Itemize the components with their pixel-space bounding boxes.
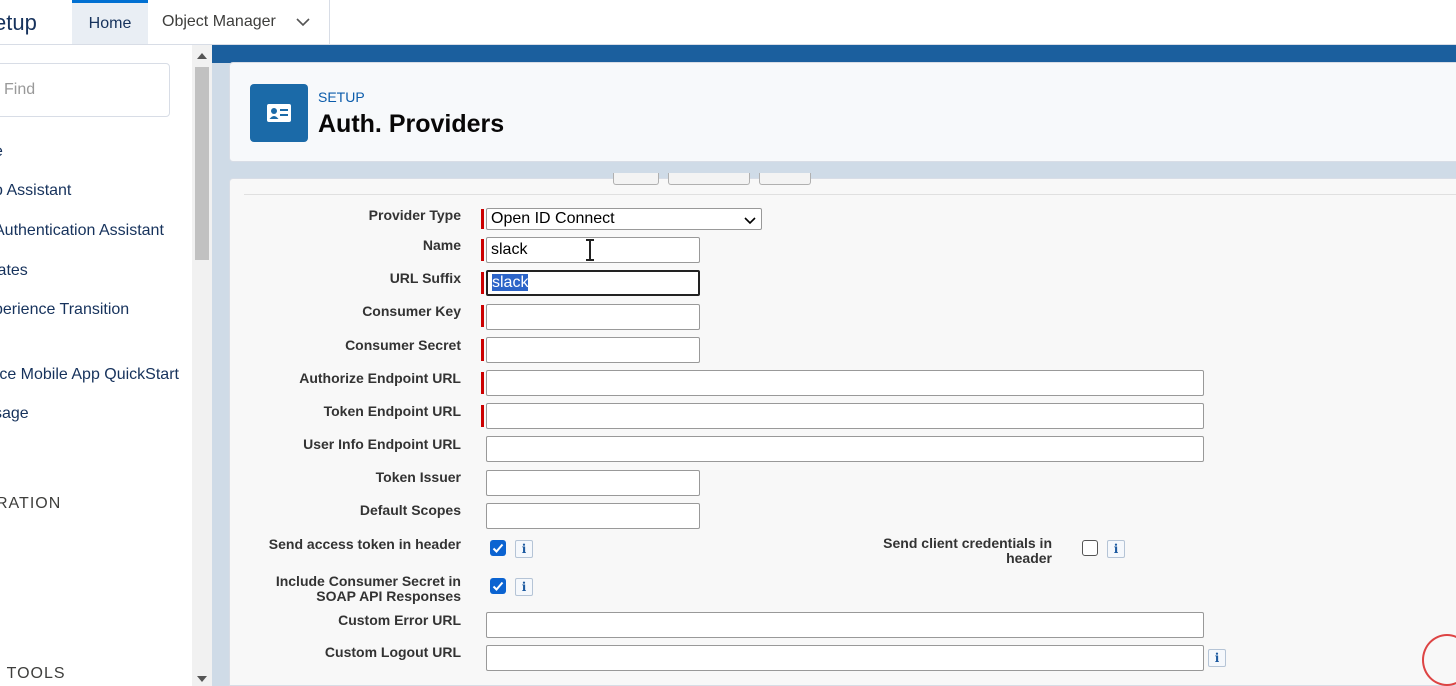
custom-error-url-label: Custom Error URL <box>338 612 461 628</box>
required-indicator <box>481 339 484 361</box>
tab-home[interactable]: Home <box>72 0 148 44</box>
include-consumer-secret-label-line2: SOAP API Responses <box>316 588 461 604</box>
authorize-endpoint-label: Authorize Endpoint URL <box>299 370 461 386</box>
scroll-up-arrow-icon[interactable] <box>197 53 207 59</box>
info-icon[interactable]: i <box>515 540 533 558</box>
custom-error-url-input[interactable] <box>486 612 1204 638</box>
text-cursor-icon <box>586 239 594 261</box>
button-stub-1[interactable] <box>613 173 659 185</box>
url-suffix-value: slack <box>492 274 529 291</box>
tab-object-manager[interactable]: Object Manager <box>148 0 330 44</box>
chevron-down-icon <box>744 217 756 225</box>
app-title: etup <box>0 10 37 35</box>
custom-logout-url-input[interactable] <box>486 645 1204 671</box>
global-header: etup Home Object Manager <box>0 0 1456 45</box>
name-label: Name <box>422 237 461 253</box>
tab-object-manager-label: Object Manager <box>162 13 276 30</box>
url-suffix-input[interactable]: slack <box>486 270 700 296</box>
send-client-credentials-label-line2: header <box>1006 550 1052 566</box>
sidebar-section-1[interactable]: RATION <box>0 495 61 513</box>
button-stub-3[interactable] <box>759 173 811 185</box>
page-title: Auth. Providers <box>318 110 505 138</box>
authorize-endpoint-input[interactable] <box>486 370 1204 396</box>
button-stub-2[interactable] <box>668 173 750 185</box>
required-indicator <box>481 372 484 394</box>
info-icon[interactable]: i <box>1107 540 1125 558</box>
send-client-credentials-label-line1: Send client credentials in <box>883 535 1052 551</box>
include-consumer-secret-checkbox[interactable] <box>490 578 506 594</box>
required-indicator <box>481 305 484 327</box>
provider-type-label: Provider Type <box>368 207 461 223</box>
send-access-token-label: Send access token in header <box>268 536 461 552</box>
url-suffix-label: URL Suffix <box>389 270 461 286</box>
default-scopes-label: Default Scopes <box>359 502 461 518</box>
sidebar-item-3[interactable]: Authentication Assistant <box>0 222 164 240</box>
send-client-credentials-label: Send client credentials in header <box>883 536 1052 566</box>
required-indicator <box>481 239 484 261</box>
consumer-secret-input[interactable] <box>486 337 700 363</box>
token-endpoint-label: Token Endpoint URL <box>323 403 461 419</box>
default-scopes-input[interactable] <box>486 503 700 529</box>
consumer-key-label: Consumer Key <box>362 303 461 319</box>
form-panel <box>229 173 1456 686</box>
required-indicator <box>481 272 484 294</box>
checkmark-icon <box>492 581 504 591</box>
required-indicator <box>481 405 484 427</box>
quick-find-input[interactable]: Find <box>0 63 170 117</box>
info-icon[interactable]: i <box>1208 649 1226 667</box>
user-info-endpoint-input[interactable] <box>486 436 1204 462</box>
chevron-down-icon[interactable] <box>295 14 311 30</box>
page-header: SETUP Auth. Providers <box>229 62 1456 162</box>
sidebar-item-1[interactable]: e <box>0 143 3 161</box>
provider-type-value: Open ID Connect <box>491 210 615 227</box>
page-eyebrow: SETUP <box>318 89 365 105</box>
sidebar-item-6[interactable]: rce Mobile App QuickStart <box>0 366 179 384</box>
divider <box>244 194 1456 195</box>
provider-type-select[interactable]: Open ID Connect <box>486 208 762 230</box>
send-access-token-checkbox[interactable] <box>490 540 506 556</box>
sidebar-item-2[interactable]: p Assistant <box>0 182 71 200</box>
setup-sidebar: Find e p Assistant Authentication Assist… <box>0 45 212 686</box>
token-issuer-label: Token Issuer <box>375 469 461 485</box>
required-indicator <box>481 209 484 229</box>
contact-card-icon <box>250 84 308 142</box>
token-issuer-input[interactable] <box>486 470 700 496</box>
consumer-secret-label: Consumer Secret <box>345 337 461 353</box>
scroll-down-arrow-icon[interactable] <box>197 676 207 682</box>
sidebar-item-4[interactable]: lates <box>0 262 28 280</box>
checkmark-icon <box>492 543 504 553</box>
include-consumer-secret-label-line1: Include Consumer Secret in <box>275 573 461 589</box>
sidebar-item-7[interactable]: sage <box>0 405 29 423</box>
scrollbar-thumb[interactable] <box>195 67 209 260</box>
user-info-endpoint-label: User Info Endpoint URL <box>303 436 461 452</box>
send-client-credentials-checkbox[interactable] <box>1082 540 1098 556</box>
consumer-key-input[interactable] <box>486 304 700 330</box>
include-consumer-secret-label: Include Consumer Secret in SOAP API Resp… <box>276 574 461 604</box>
token-endpoint-input[interactable] <box>486 403 1204 429</box>
info-icon[interactable]: i <box>515 578 533 596</box>
sidebar-item-5[interactable]: perience Transition <box>0 301 129 319</box>
sidebar-section-2[interactable]: I TOOLS <box>0 665 66 683</box>
custom-logout-url-label: Custom Logout URL <box>324 644 461 660</box>
sidebar-scrollbar[interactable] <box>192 45 212 686</box>
